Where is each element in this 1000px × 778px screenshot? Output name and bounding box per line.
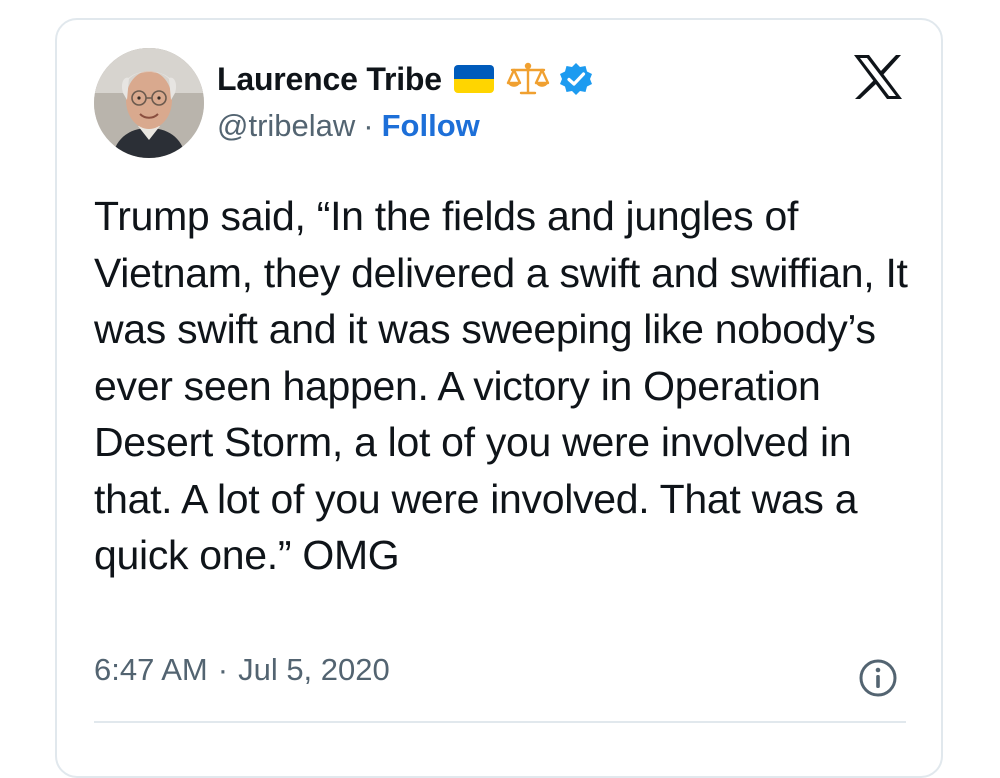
info-icon[interactable] [856, 656, 900, 700]
author-name-row: Laurence Tribe [217, 56, 594, 102]
tweet-timestamp[interactable]: 6:47 AM · Jul 5, 2020 [94, 652, 390, 688]
tweet-text: Trump said, “In the fields and jungles o… [94, 193, 908, 578]
x-logo-icon[interactable] [852, 54, 904, 100]
handle-separator: · [363, 108, 374, 143]
avatar[interactable] [94, 48, 204, 158]
tweet-date[interactable]: Jul 5, 2020 [238, 652, 390, 688]
author-handle[interactable]: @tribelaw [217, 108, 355, 144]
verified-badge-icon [558, 61, 594, 97]
timestamp-separator: · [217, 652, 229, 687]
tweet-time[interactable]: 6:47 AM [94, 652, 208, 688]
author-handle-row: @tribelaw · Follow [217, 108, 480, 144]
follow-button[interactable]: Follow [382, 108, 480, 144]
scales-icon [506, 62, 550, 96]
author-display-name[interactable]: Laurence Tribe [217, 61, 442, 98]
divider [94, 721, 906, 723]
ukraine-flag-icon [453, 65, 494, 93]
